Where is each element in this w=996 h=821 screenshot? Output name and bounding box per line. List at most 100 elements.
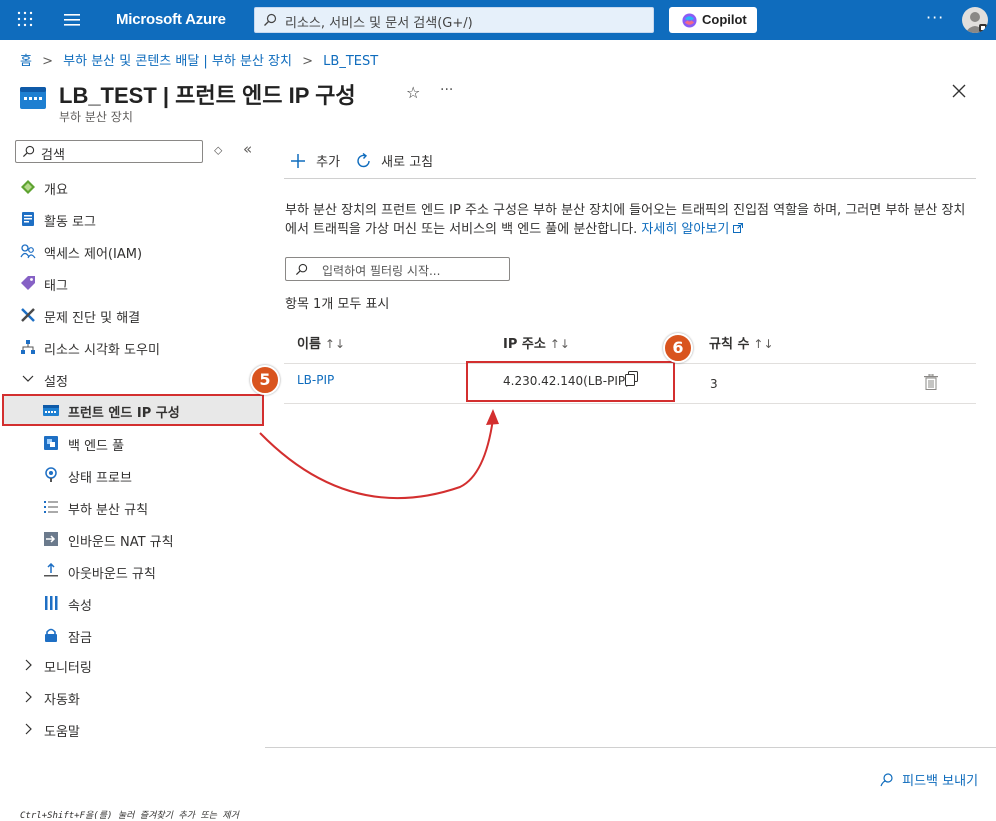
filter-placeholder: 입력하여 필터링 시작... [322, 264, 441, 278]
sidebar-group-help[interactable]: 도움말 [10, 713, 260, 745]
refresh-label: 새로 고침 [381, 155, 434, 170]
column-name-label: 이름 [297, 337, 321, 352]
sort-icon: ↑↓ [549, 337, 570, 351]
breadcrumb-lb[interactable]: 부하 분산 및 콘텐츠 배달 | 부하 분산 장치 [63, 54, 292, 69]
sort-icon: ↑↓ [753, 337, 774, 351]
item-count: 항목 1개 모두 표시 [285, 297, 390, 312]
sidebar-group-label: 자동화 [44, 693, 80, 708]
highlight-ip-address [466, 361, 675, 402]
chevron-right-icon [25, 723, 32, 735]
visualizer-icon [21, 340, 35, 354]
sidebar-search-placeholder: 검색 [41, 148, 65, 163]
waffle-menu-icon[interactable] [17, 11, 33, 27]
learn-more-label: 자세히 알아보기 [641, 222, 730, 237]
sidebar-item-label: 문제 진단 및 해결 [44, 311, 141, 326]
sidebar-group-label: 도움말 [44, 725, 80, 740]
outbound-rules-icon [44, 563, 58, 577]
sidebar-group-label: 모니터링 [44, 661, 92, 676]
more-options-icon[interactable]: ··· [440, 82, 453, 98]
table-row-divider [284, 403, 976, 404]
page-description: 부하 분산 장치의 프런트 엔드 IP 주소 구성은 부하 분산 장치에 들어오… [285, 201, 977, 239]
delete-icon[interactable] [924, 374, 938, 390]
toolbar-divider [284, 178, 976, 179]
column-ip-label: IP 주소 [503, 337, 546, 352]
sidebar-item-inbound-nat[interactable]: 인바운드 NAT 규칙 [4, 523, 262, 555]
brand-name[interactable]: Microsoft Azure [116, 11, 226, 28]
collapse-sidebar-icon[interactable]: « [243, 140, 252, 158]
row-rules-count: 3 [710, 377, 718, 391]
sidebar-item-locks[interactable]: 잠금 [4, 619, 262, 651]
sidebar-item-overview[interactable]: 개요 [10, 171, 260, 203]
health-probe-icon [45, 467, 57, 482]
breadcrumb-resource[interactable]: LB_TEST [323, 54, 378, 69]
add-label: 추가 [316, 155, 341, 170]
sidebar-item-outbound-rules[interactable]: 아웃바운드 규칙 [4, 555, 262, 587]
sidebar-item-iam[interactable]: 액세스 제어(IAM) [10, 235, 260, 267]
sidebar-item-backend-pool[interactable]: 백 엔드 풀 [4, 427, 262, 459]
sidebar-item-activity-log[interactable]: 활동 로그 [10, 203, 260, 235]
sidebar-item-label: 백 엔드 풀 [68, 439, 125, 454]
sidebar-item-label: 속성 [68, 599, 92, 614]
breadcrumb-home[interactable]: 홈 [20, 54, 32, 69]
activity-log-icon [22, 212, 34, 226]
sidebar-group-settings[interactable]: 설정 [10, 363, 260, 395]
column-rules-label: 규칙 수 [709, 337, 750, 352]
sidebar-item-label: 상태 프로브 [68, 471, 132, 486]
sidebar-group-automation[interactable]: 자동화 [10, 681, 260, 713]
learn-more-link[interactable]: 자세히 알아보기 [641, 222, 744, 237]
sidebar-item-label: 인바운드 NAT 규칙 [68, 535, 174, 550]
highlight-frontend-ip [2, 394, 264, 426]
filter-input[interactable]: 입력하여 필터링 시작... [285, 257, 510, 281]
refresh-icon [357, 152, 370, 168]
sidebar-item-diagnose[interactable]: 문제 진단 및 해결 [10, 299, 260, 331]
sidebar-item-label: 태그 [44, 279, 68, 294]
sidebar-item-health-probe[interactable]: 상태 프로브 [4, 459, 262, 491]
step-badge-5: 5 [250, 365, 280, 395]
refresh-button[interactable]: 새로 고침 [356, 151, 433, 170]
add-button[interactable]: 추가 [290, 151, 340, 170]
column-header-rules[interactable]: 규칙 수 ↑↓ [709, 333, 774, 352]
shortcut-hint: Ctrl+Shift+F을(를) 눌러 즐겨찾기 추가 또는 제거 [20, 811, 239, 821]
tag-icon [21, 276, 35, 290]
sidebar-item-label: 리소스 시각화 도우미 [44, 343, 160, 358]
global-search-input[interactable]: 리소스, 서비스 및 문서 검색(G+/) [254, 7, 654, 33]
global-search-placeholder: 리소스, 서비스 및 문서 검색(G+/) [285, 16, 473, 31]
sidebar-item-properties[interactable]: 속성 [4, 587, 262, 619]
sidebar-group-monitoring[interactable]: 모니터링 [10, 649, 260, 681]
iam-icon [20, 244, 36, 259]
sidebar-item-label: 아웃바운드 규칙 [68, 567, 156, 582]
chevron-down-icon [22, 375, 34, 382]
user-icon [965, 12, 987, 33]
breadcrumb-separator: > [302, 54, 314, 69]
external-link-icon [733, 223, 744, 233]
copilot-button[interactable]: Copilot [669, 7, 757, 33]
description-text: 부하 분산 장치의 프런트 엔드 IP 주소 구성은 부하 분산 장치에 들어오… [285, 203, 966, 237]
feedback-icon [880, 773, 893, 787]
search-icon [22, 145, 35, 158]
sidebar-item-label: 부하 분산 규칙 [68, 503, 149, 518]
row-name-link[interactable]: LB-PIP [297, 373, 334, 387]
copilot-icon [682, 13, 697, 28]
annotation-arrow [259, 409, 499, 500]
favorite-star-icon[interactable]: ☆ [406, 83, 420, 102]
chevron-right-icon [25, 659, 32, 671]
column-header-ip[interactable]: IP 주소 ↑↓ [503, 333, 570, 352]
sidebar-search-input[interactable]: 검색 [15, 140, 203, 163]
search-icon [295, 263, 308, 276]
sidebar-item-tags[interactable]: 태그 [10, 267, 260, 299]
search-icon [264, 13, 277, 26]
close-icon[interactable] [950, 82, 968, 100]
lb-rules-icon [44, 501, 58, 513]
feedback-button[interactable]: 피드백 보내기 [880, 770, 978, 789]
column-header-name[interactable]: 이름 ↑↓ [297, 333, 345, 352]
feedback-label: 피드백 보내기 [902, 774, 979, 789]
breadcrumb: 홈 > 부하 분산 및 콘텐츠 배달 | 부하 분산 장치 > LB_TEST [20, 50, 384, 69]
settings-more-icon[interactable]: ··· [926, 8, 944, 27]
sort-toggle-icon[interactable]: ⬦ [214, 143, 222, 158]
sidebar-item-visualizer[interactable]: 리소스 시각화 도우미 [10, 331, 260, 363]
avatar[interactable] [962, 7, 988, 33]
hamburger-menu-icon[interactable] [64, 13, 80, 27]
footer-divider [265, 747, 996, 748]
sidebar-item-lb-rules[interactable]: 부하 분산 규칙 [4, 491, 262, 523]
copilot-label: Copilot [702, 12, 747, 27]
